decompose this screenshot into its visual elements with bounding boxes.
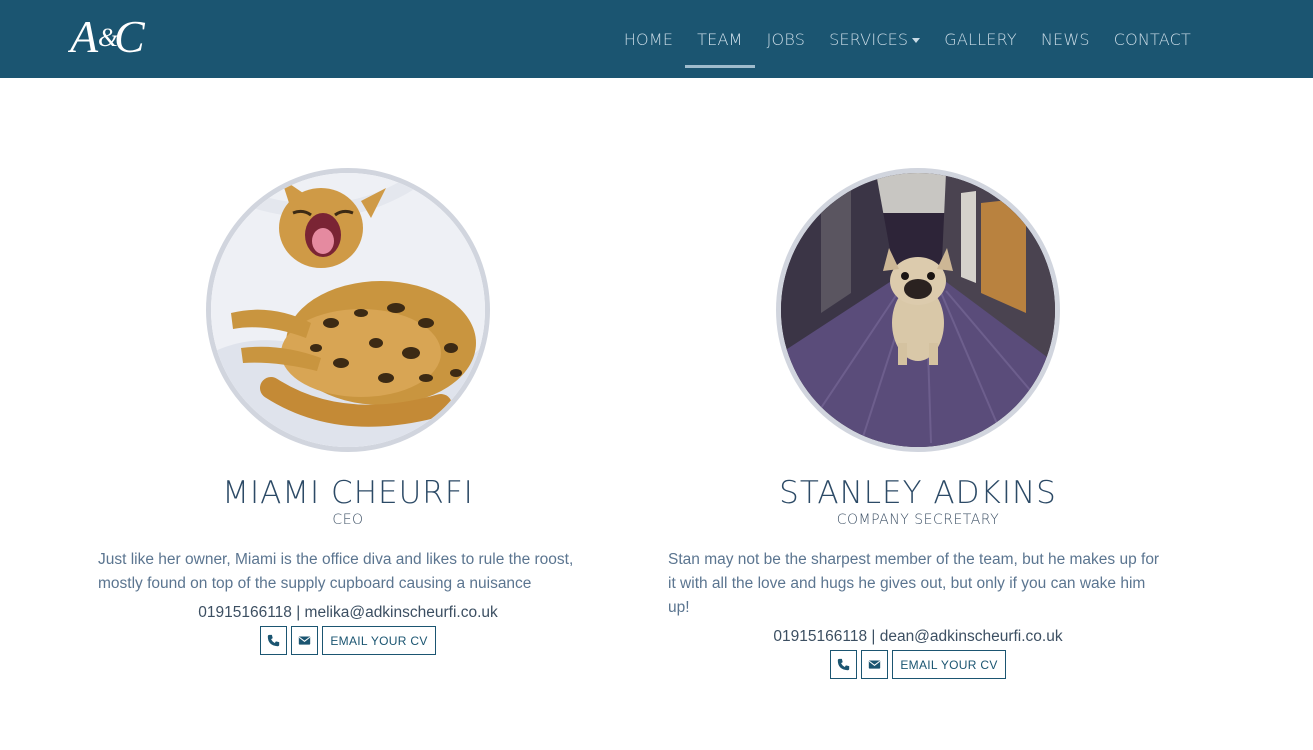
nav-contact[interactable]: CONTACT [1102,0,1203,78]
email-button[interactable] [861,650,889,679]
member-contact: 01915166118 | dean@adkinscheurfi.co.uk [773,628,1063,645]
member-name: STANLEY ADKINS [779,475,1057,511]
nav-news[interactable]: NEWS [1029,0,1102,78]
nav-team-label: TEAM [697,29,743,49]
svg-text:C: C [114,11,146,62]
call-button[interactable] [260,626,288,655]
phone-icon [838,658,850,671]
member-role: CEO [332,512,364,528]
envelope-icon [869,660,881,669]
email-cv-button[interactable]: EMAIL YOUR CV [892,650,1006,679]
svg-text:A: A [68,11,99,62]
nav-news-label: NEWS [1040,29,1090,49]
nav-services-label: SERVICES [829,29,909,49]
member-bio: Stan may not be the sharpest member of t… [668,551,1160,616]
main-nav: HOME TEAM JOBS SERVICES GALLERY NEWS CON… [612,0,1203,78]
brand-logo[interactable]: A & C [67,6,158,66]
call-button[interactable] [830,650,858,679]
nav-jobs[interactable]: JOBS [755,0,817,78]
member-photo [206,168,490,452]
nav-team[interactable]: TEAM [685,0,756,78]
nav-home[interactable]: HOME [612,0,685,78]
nav-jobs-label: JOBS [766,29,806,49]
member-actions: EMAIL YOUR CV [88,626,608,655]
nav-services-dropdown[interactable]: SERVICES [817,0,932,78]
caret-down-icon [912,37,921,43]
member-photo [776,168,1060,452]
team-member-card: MIAMI CHEURFI CEO Just like her owner, M… [88,168,608,655]
member-actions: EMAIL YOUR CV [658,650,1178,679]
nav-contact-label: CONTACT [1113,29,1191,49]
member-bio: Just like her owner, Miami is the office… [98,551,574,592]
email-cv-button[interactable]: EMAIL YOUR CV [322,626,436,655]
envelope-icon [299,636,311,645]
member-name: MIAMI CHEURFI [222,475,474,511]
team-member-card: STANLEY ADKINS COMPANY SECRETARY Stan ma… [658,168,1178,679]
member-contact: 01915166118 | melika@adkinscheurfi.co.uk [198,604,498,621]
nav-gallery[interactable]: GALLERY [932,0,1029,78]
email-button[interactable] [291,626,319,655]
member-role: COMPANY SECRETARY [836,512,1000,528]
nav-gallery-label: GALLERY [944,29,1017,49]
nav-home-label: HOME [623,29,674,49]
navbar: A & C HOME TEAM JOBS SERVICES GALLERY NE… [0,0,1313,78]
phone-icon [268,634,280,647]
